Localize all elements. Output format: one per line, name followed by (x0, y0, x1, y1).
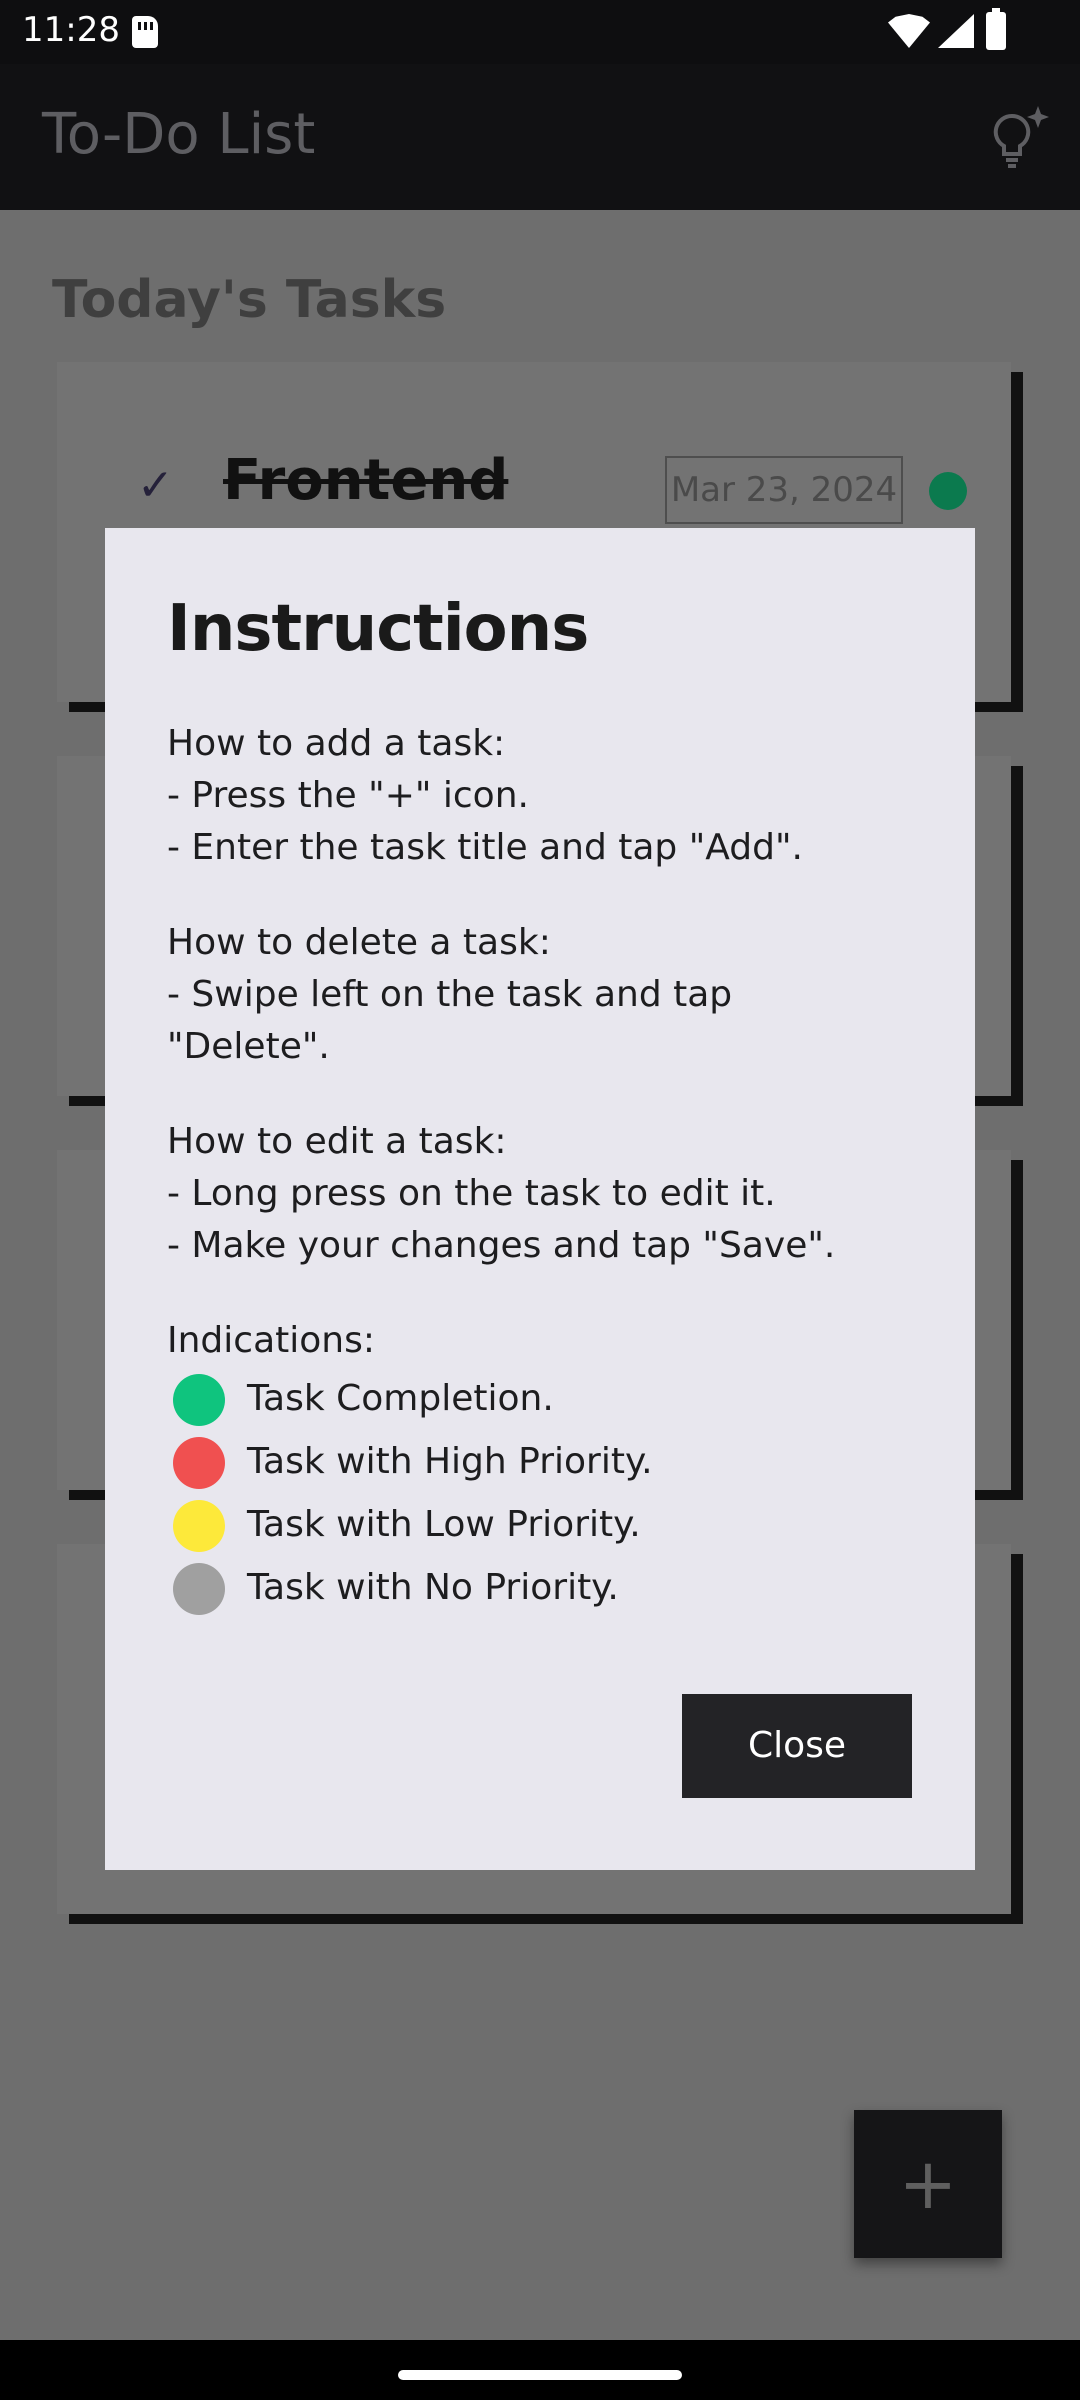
section-title: Today's Tasks (52, 270, 447, 330)
dialog-title: Instructions (167, 592, 589, 666)
task-title: Frontend (223, 448, 509, 513)
close-button[interactable]: Close (682, 1694, 912, 1798)
instruction-line: - Make your changes and tap "Save". (167, 1225, 836, 1266)
instruction-line: "Delete". (167, 1026, 330, 1067)
legend-label: Task with No Priority. (247, 1567, 619, 1608)
app-title: To-Do List (42, 102, 316, 167)
edit-task-instructions: How to edit a task: - Long press on the … (167, 1116, 835, 1272)
battery-icon (986, 8, 1006, 50)
status-time: 11:28 (22, 10, 120, 50)
add-task-instructions: How to add a task: - Press the "+" icon.… (167, 718, 803, 874)
legend-label: Task Completion. (247, 1378, 554, 1419)
instruction-heading: How to add a task: (167, 723, 506, 764)
wifi-icon (888, 14, 930, 48)
legend-label: Task with High Priority. (247, 1441, 653, 1482)
instruction-line: - Swipe left on the task and tap (167, 974, 733, 1015)
delete-task-instructions: How to delete a task: - Swipe left on th… (167, 917, 732, 1073)
lightbulb-icon[interactable] (988, 102, 1050, 172)
indications-heading: Indications: (167, 1320, 375, 1361)
check-icon: ✓ (137, 460, 174, 511)
app-bar: To-Do List (0, 64, 1080, 210)
instruction-line: - Long press on the task to edit it. (167, 1173, 776, 1214)
add-task-button[interactable]: + (854, 2110, 1002, 2258)
legend-label: Task with Low Priority. (247, 1504, 641, 1545)
navigation-bar (0, 2340, 1080, 2400)
instruction-heading: How to delete a task: (167, 922, 551, 963)
instruction-line: - Enter the task title and tap "Add". (167, 827, 803, 868)
home-gesture-handle[interactable] (398, 2370, 682, 2380)
task-date: Mar 23, 2024 (665, 456, 903, 524)
green-dot-icon (173, 1374, 225, 1426)
gray-dot-icon (173, 1563, 225, 1615)
instructions-dialog: Instructions How to add a task: - Press … (105, 528, 975, 1870)
instruction-line: - Press the "+" icon. (167, 775, 529, 816)
signal-icon (938, 14, 974, 48)
status-bar: 11:28 (0, 0, 1080, 64)
yellow-dot-icon (173, 1500, 225, 1552)
plus-icon: + (898, 2143, 958, 2225)
red-dot-icon (173, 1437, 225, 1489)
completion-status-dot (929, 472, 967, 510)
sd-card-icon (132, 16, 158, 48)
instruction-heading: How to edit a task: (167, 1121, 507, 1162)
